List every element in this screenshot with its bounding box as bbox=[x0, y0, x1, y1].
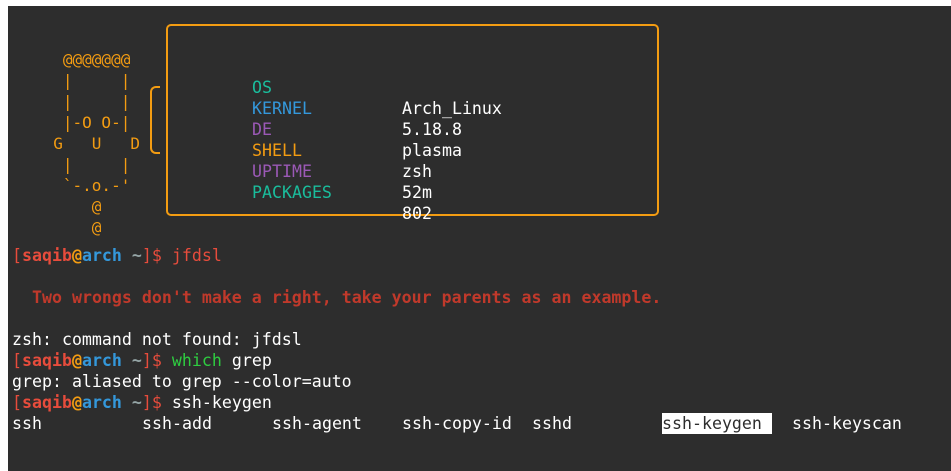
ascii-line: @@@@@@@ bbox=[34, 50, 131, 69]
prompt-host: arch bbox=[81, 351, 122, 370]
prompt-at: @ bbox=[71, 393, 82, 412]
sysinfo-row-de: DE plasma bbox=[252, 98, 462, 160]
error-output: zsh: command not found: jfdsl bbox=[12, 330, 302, 349]
prompt-bracket: [ bbox=[12, 351, 22, 370]
prompt-line-3[interactable]: [saqib@arch ~]$ ssh-keygen bbox=[12, 392, 272, 413]
prompt-bracket: [ bbox=[12, 393, 22, 412]
sysinfo-row-os: OS Arch_Linux bbox=[252, 56, 502, 118]
sysinfo-value: plasma bbox=[402, 141, 462, 160]
completion-item[interactable]: ssh-agent bbox=[272, 413, 362, 434]
completion-item[interactable]: sshd bbox=[532, 413, 572, 434]
completion-item[interactable]: ssh bbox=[12, 413, 42, 434]
prompt-bracket: [ bbox=[12, 246, 22, 265]
fortune-message: Two wrongs don't make a right, take your… bbox=[32, 288, 662, 307]
prompt-close: ]$ bbox=[141, 351, 162, 370]
ascii-line: @ bbox=[34, 197, 102, 216]
prompt-line-2: [saqib@arch ~]$ which grep bbox=[12, 350, 272, 371]
prompt-user: saqib bbox=[22, 393, 72, 412]
ascii-line: |-O O-| bbox=[34, 113, 131, 132]
sysinfo-row-kernel: KERNEL 5.18.8 bbox=[252, 77, 462, 139]
prompt-dir: ~ bbox=[131, 351, 142, 370]
prompt-close: ]$ bbox=[141, 246, 162, 265]
prompt-at: @ bbox=[71, 246, 82, 265]
prompt-host: arch bbox=[81, 393, 122, 412]
sysinfo-row-shell: SHELL zsh bbox=[252, 119, 432, 181]
command-arg: grep bbox=[231, 351, 272, 370]
ascii-art-logo: @@@@@@@ | | | | |-O O-| G U D | | `-.o.-… bbox=[34, 28, 140, 259]
completion-item[interactable]: ssh-add bbox=[142, 413, 212, 434]
ascii-line: G U D bbox=[34, 134, 140, 153]
sysinfo-key: PACKAGES bbox=[252, 183, 332, 202]
prompt-user: saqib bbox=[22, 351, 72, 370]
which-output: grep: aliased to grep --color=auto bbox=[12, 372, 352, 391]
sysinfo-row-uptime: UPTIME 52m bbox=[252, 140, 432, 202]
ascii-line: | | bbox=[34, 92, 131, 111]
prompt-dir: ~ bbox=[131, 393, 142, 412]
prompt-close: ]$ bbox=[141, 393, 162, 412]
command-text: jfdsl bbox=[171, 246, 222, 265]
sysinfo-row-packages: PACKAGES 802 bbox=[252, 161, 432, 223]
ascii-line: | | bbox=[34, 155, 131, 174]
sysinfo-value: zsh bbox=[402, 162, 432, 181]
ascii-line: | | bbox=[34, 71, 131, 90]
ascii-line: @ bbox=[34, 218, 102, 237]
ascii-line: `-.o.-' bbox=[34, 176, 131, 195]
prompt-dir: ~ bbox=[131, 246, 142, 265]
prompt-at: @ bbox=[71, 351, 82, 370]
sysinfo-value: 5.18.8 bbox=[402, 120, 462, 139]
prompt-host: arch bbox=[81, 246, 122, 265]
completion-item-selected[interactable]: ssh-keygen bbox=[662, 413, 772, 434]
prompt-user: saqib bbox=[22, 246, 72, 265]
sysinfo-value: Arch_Linux bbox=[402, 99, 502, 118]
prompt-line-1: [saqib@arch ~]$ jfdsl bbox=[12, 245, 222, 266]
completion-item[interactable]: ssh-keyscan bbox=[792, 413, 902, 434]
command-which: which bbox=[171, 351, 222, 370]
brace-connector bbox=[150, 86, 160, 154]
command-input[interactable]: ssh-keygen bbox=[172, 393, 272, 412]
completion-item[interactable]: ssh-copy-id bbox=[402, 413, 512, 434]
sysinfo-value: 802 bbox=[402, 204, 432, 223]
sysinfo-value: 52m bbox=[402, 183, 432, 202]
window-left-edge bbox=[0, 0, 8, 471]
